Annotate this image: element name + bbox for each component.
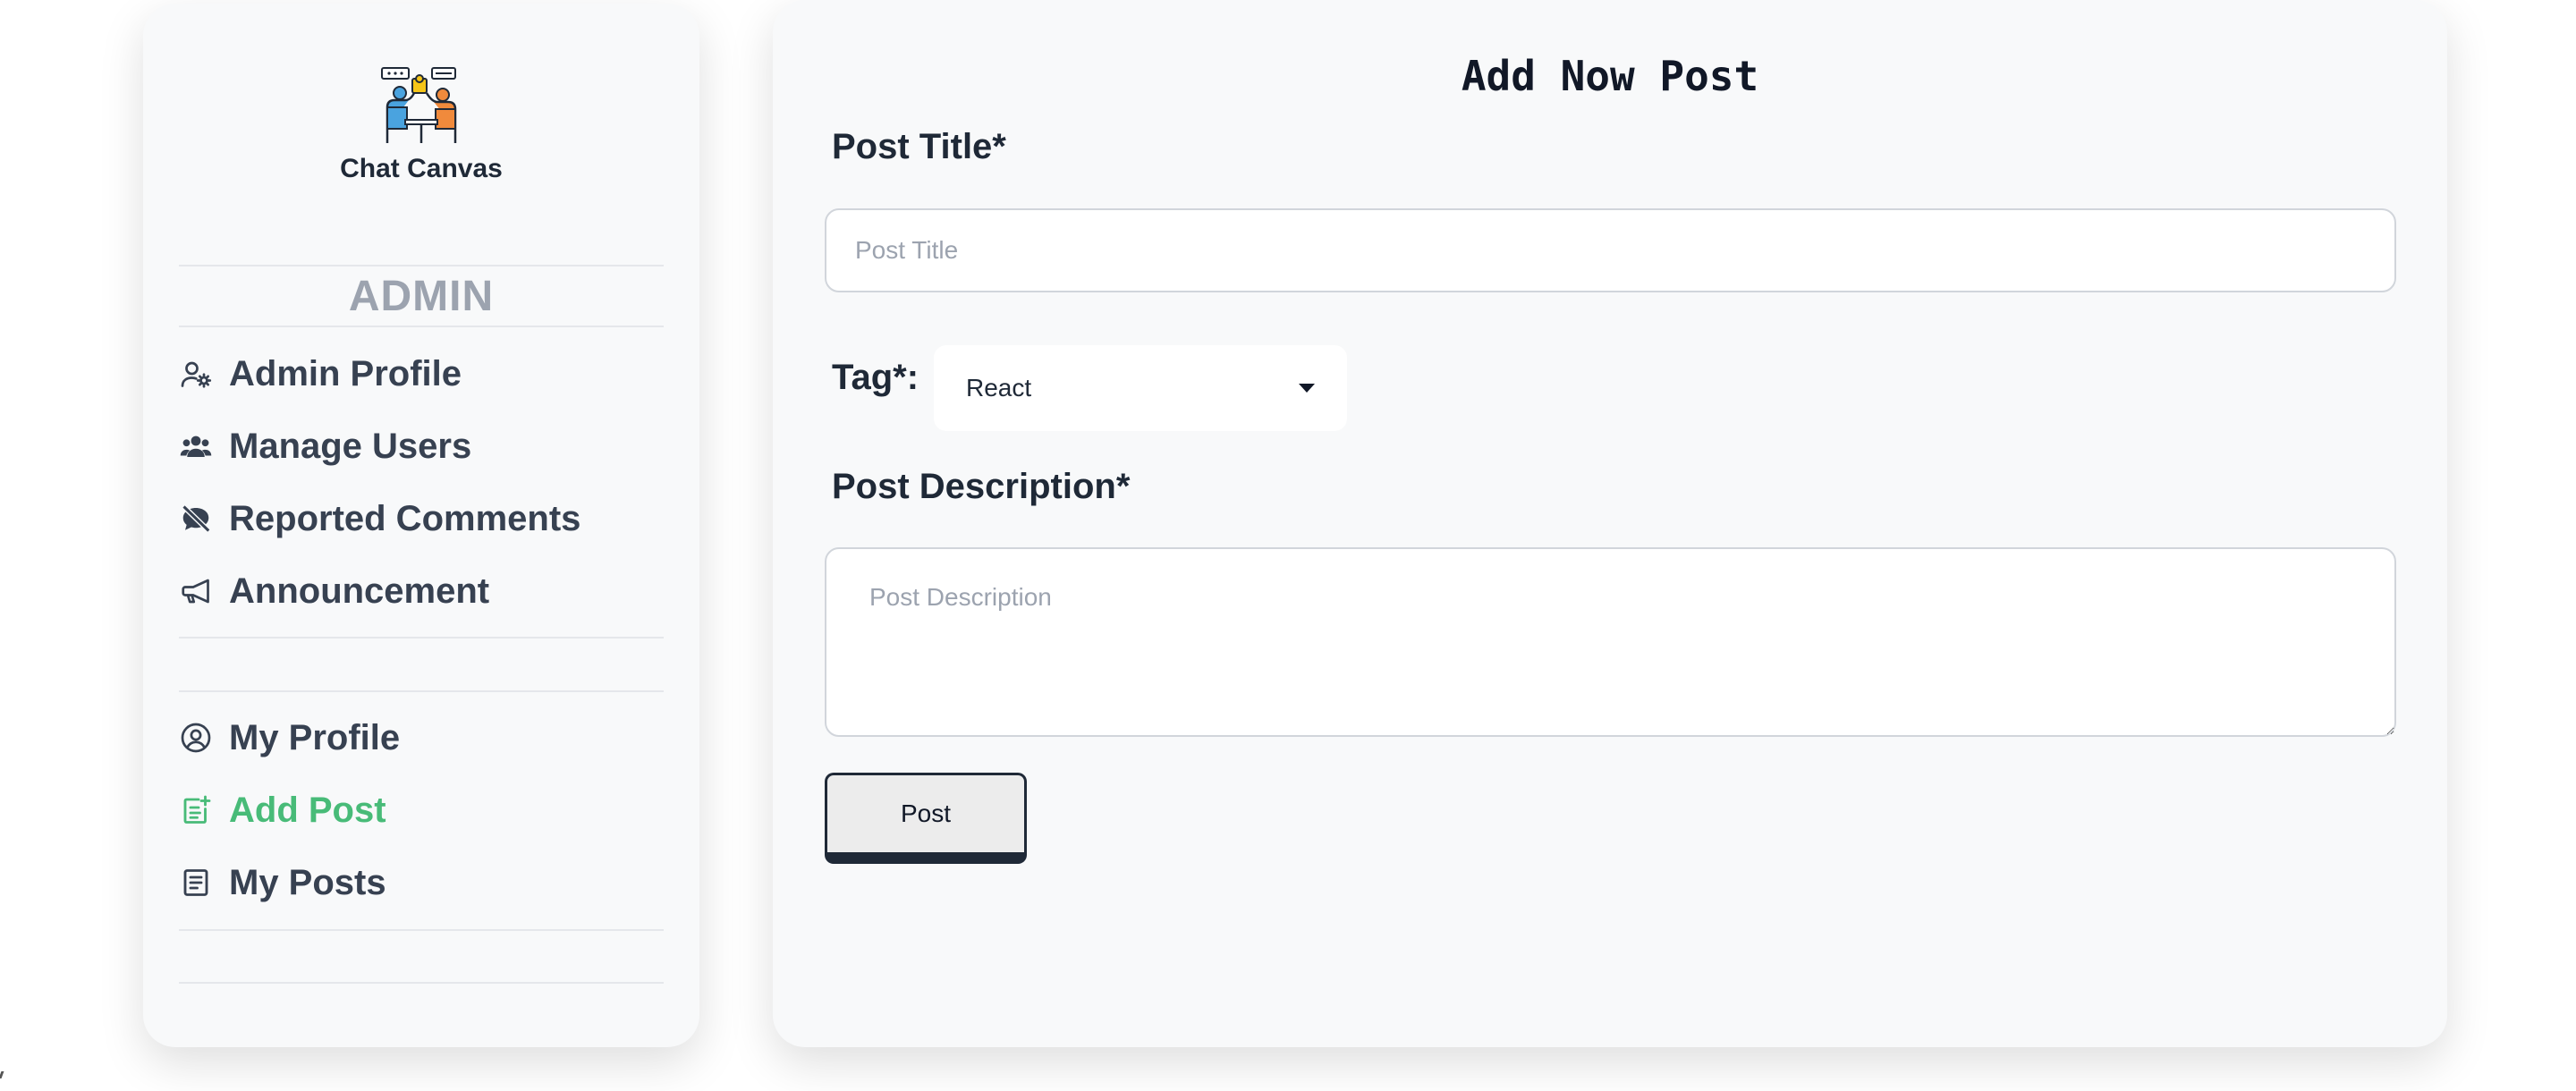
- divider: [179, 690, 664, 692]
- nav-label: My Profile: [229, 717, 401, 757]
- document-list-icon: [179, 866, 213, 900]
- nav-label: Add Post: [229, 790, 386, 830]
- sidebar: Chat Canvas ADMIN Admin Profile Manage U…: [143, 4, 699, 1047]
- nav-label: Announcement: [229, 571, 490, 611]
- tag-select-value: React: [966, 374, 1032, 402]
- post-button[interactable]: Post: [825, 773, 1027, 864]
- add-post-icon: [179, 793, 213, 827]
- post-description-label: Post Description*: [832, 467, 1131, 506]
- nav-item-my-posts[interactable]: My Posts: [179, 856, 386, 909]
- divider: [179, 326, 664, 327]
- user-gear-icon: [179, 357, 213, 391]
- tag-label: Tag*:: [832, 358, 919, 397]
- brand-name: Chat Canvas: [340, 154, 503, 183]
- nav-item-announcement[interactable]: Announcement: [179, 564, 489, 618]
- nav-label: Reported Comments: [229, 498, 581, 538]
- divider: [179, 265, 664, 266]
- nav-item-admin-profile[interactable]: Admin Profile: [179, 347, 462, 401]
- tag-select[interactable]: React: [934, 345, 1347, 431]
- team-collaboration-logo: [381, 67, 457, 143]
- nav-item-add-post[interactable]: Add Post: [179, 783, 386, 837]
- nav-item-manage-users[interactable]: Manage Users: [179, 419, 471, 473]
- nav-item-reported-comments[interactable]: Reported Comments: [179, 492, 580, 546]
- nav-item-my-profile[interactable]: My Profile: [179, 711, 400, 765]
- nav-label: My Posts: [229, 862, 386, 902]
- divider: [179, 929, 664, 931]
- post-description-textarea[interactable]: [825, 547, 2396, 737]
- brand[interactable]: Chat Canvas: [143, 66, 699, 184]
- post-title-label: Post Title*: [832, 127, 1006, 166]
- stray-mark: [0, 1071, 4, 1078]
- megaphone-icon: [179, 574, 213, 608]
- nav-label: Manage Users: [229, 426, 472, 466]
- page-title: Add Now Post: [1461, 52, 1759, 100]
- add-post-panel: Add Now Post Post Title* Tag*: React Pos…: [773, 0, 2447, 1047]
- caret-down-icon: [1299, 384, 1315, 393]
- post-title-input[interactable]: [825, 208, 2396, 292]
- users-icon: [179, 429, 213, 463]
- nav-label: Admin Profile: [229, 353, 462, 393]
- role-heading: ADMIN: [348, 273, 495, 320]
- user-circle-icon: [179, 721, 213, 755]
- divider: [179, 637, 664, 639]
- divider: [179, 982, 664, 984]
- comment-slash-icon: [179, 502, 213, 536]
